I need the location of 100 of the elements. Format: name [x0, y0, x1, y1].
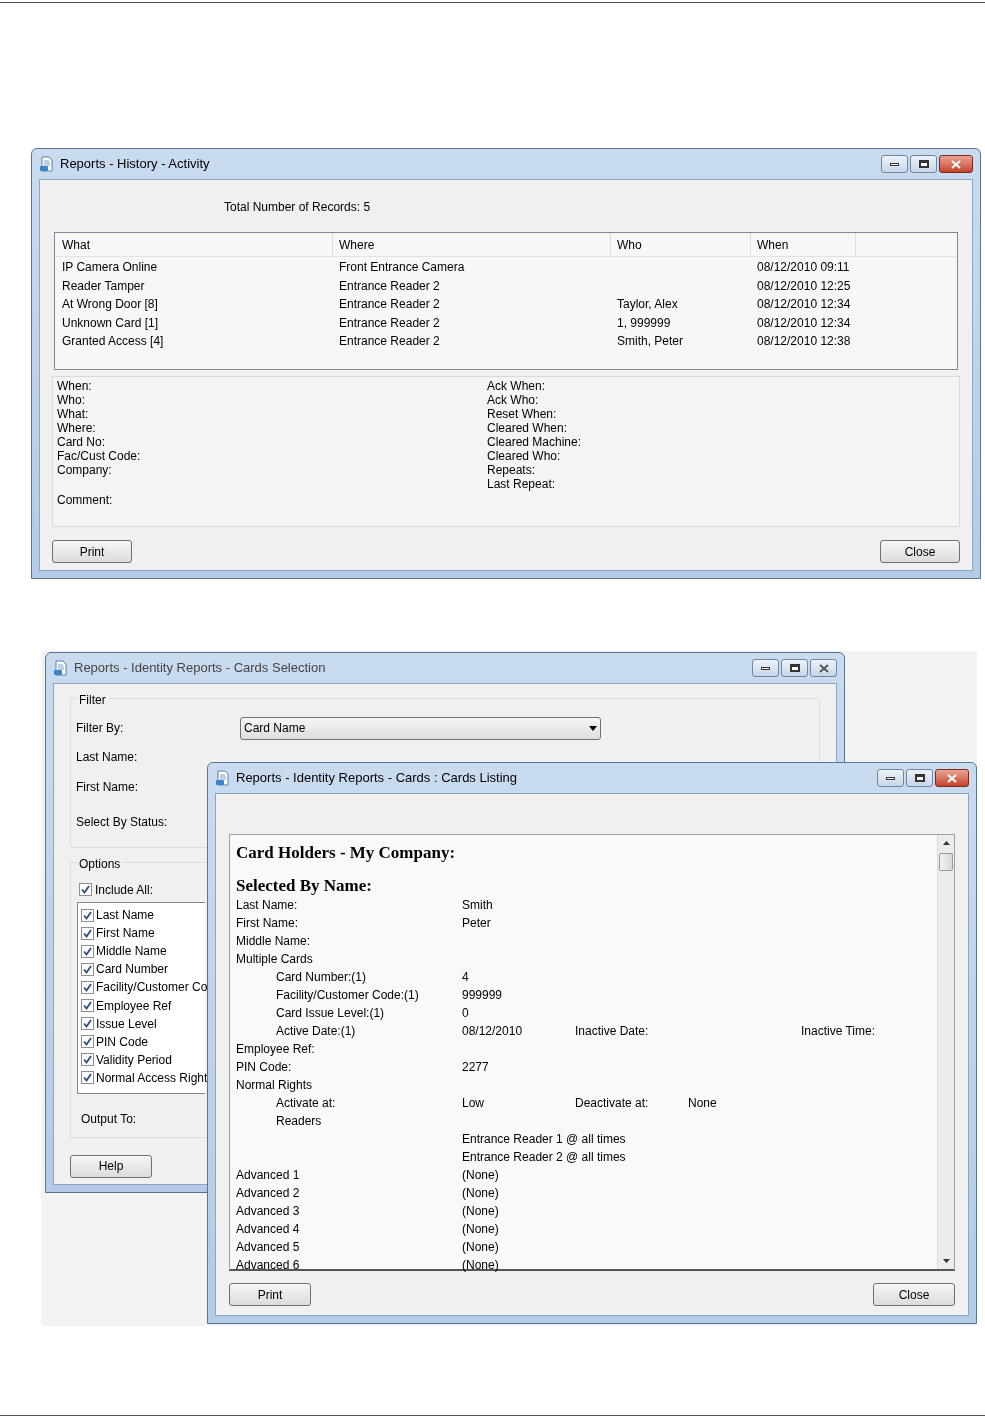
checkbox[interactable] — [81, 962, 94, 976]
checkbox-label: Issue Level — [96, 1015, 157, 1033]
filter-dropdown[interactable]: Card Name — [240, 716, 601, 740]
close-button[interactable]: Close — [880, 540, 960, 563]
close-button[interactable] — [810, 659, 837, 677]
checkbox-label: Employee Ref — [96, 997, 172, 1015]
report-value: Entrance Reader 1 @ all times — [462, 1132, 626, 1146]
detail-label: Repeats: — [487, 463, 537, 477]
field-label: Last Name: — [76, 749, 139, 766]
report-value: (None) — [462, 1240, 499, 1254]
checkbox-label: Facility/Customer Co — [96, 979, 208, 997]
report-label: Advanced 2 — [236, 1186, 300, 1200]
checkbox[interactable] — [81, 999, 94, 1012]
report-label: Normal Rights — [236, 1078, 313, 1092]
detail-label: Reset When: — [487, 407, 558, 421]
window-title: Reports - Identity Reports - Cards Selection — [74, 659, 326, 678]
report-value: 0 — [462, 1006, 469, 1020]
checkbox[interactable] — [81, 944, 94, 958]
column-header[interactable]: When — [751, 233, 856, 256]
table-cell: 08/12/2010 12:25 — [757, 278, 851, 293]
report-label: Advanced 6 — [236, 1258, 300, 1272]
checkbox-label: Validity Period — [96, 1051, 172, 1069]
checkbox[interactable] — [81, 1017, 94, 1031]
window-title: Reports - History - Activity — [60, 155, 210, 174]
report-label: Advanced 5 — [236, 1240, 300, 1254]
report-value: Peter — [462, 916, 491, 930]
checkbox[interactable] — [81, 980, 94, 994]
maximize-button[interactable] — [910, 155, 937, 173]
report-value: 08/12/2010 — [462, 1024, 523, 1038]
report-label: PIN Code: — [236, 1060, 292, 1074]
minimize-button[interactable] — [752, 659, 779, 677]
minimize-button[interactable] — [881, 155, 908, 173]
checkbox[interactable] — [81, 926, 94, 940]
column-header[interactable]: What — [56, 233, 333, 256]
report-label: Facility/Customer Code:(1) — [276, 988, 419, 1002]
table-cell: 08/12/2010 09:11 — [757, 260, 850, 275]
report-label: Advanced 4 — [236, 1222, 300, 1236]
minimize-button[interactable] — [877, 769, 904, 787]
report-icon — [215, 770, 231, 786]
checkbox-label: Card Number — [96, 961, 169, 979]
report-value: None — [688, 1096, 717, 1110]
detail-label: Where: — [57, 421, 97, 435]
report-label: Inactive Date: — [575, 1024, 649, 1038]
detail-label: Last Repeat: — [487, 477, 557, 491]
report-label: Card Issue Level:(1) — [276, 1006, 385, 1020]
table-cell: 08/12/2010 12:34 — [757, 297, 851, 312]
table-cell: Entrance Reader 2 — [339, 297, 440, 312]
detail-label: Company: — [57, 463, 113, 477]
scroll-thumb[interactable] — [939, 853, 953, 871]
total-records-label: Total Number of Records: 5 — [224, 200, 371, 214]
report-icon — [39, 156, 55, 172]
detail-label: Comment: — [57, 493, 114, 507]
report-value: 2277 — [462, 1060, 489, 1074]
detail-label: What: — [57, 407, 90, 421]
detail-label: Cleared Machine: — [487, 435, 582, 449]
table-cell: 08/12/2010 12:34 — [757, 315, 851, 330]
detail-label: Who: — [57, 393, 86, 407]
print-button[interactable]: Print — [229, 1283, 311, 1306]
table-cell: Unknown Card [1] — [62, 315, 159, 330]
close-button[interactable] — [939, 155, 973, 173]
close-button[interactable]: Close — [873, 1283, 955, 1306]
caret-icon — [589, 725, 597, 731]
checkbox[interactable] — [79, 883, 92, 896]
checkbox[interactable] — [81, 1053, 94, 1067]
report-value: (None) — [462, 1258, 499, 1272]
column-header[interactable]: Who — [611, 233, 751, 256]
checkbox[interactable] — [81, 1071, 94, 1085]
table-cell: At Wrong Door [8] — [62, 297, 158, 312]
checkbox[interactable] — [81, 908, 94, 922]
checkbox-label: Middle Name — [96, 943, 167, 961]
maximize-button[interactable] — [781, 659, 808, 677]
report-label: Employee Ref: — [236, 1042, 315, 1056]
close-icon — [818, 663, 829, 673]
report-label: Advanced 1 — [236, 1168, 300, 1182]
detail-label: When: — [57, 379, 93, 393]
column-header[interactable]: Where — [333, 233, 611, 256]
print-button[interactable]: Print — [52, 540, 132, 563]
report-value: Smith — [462, 898, 493, 912]
report-value: Low — [462, 1096, 484, 1110]
window-title: Reports - Identity Reports - Cards : Cards Listing — [236, 769, 518, 788]
scroll-down-icon[interactable] — [942, 1259, 950, 1263]
report-value: (None) — [462, 1204, 499, 1218]
report-heading: Selected By Name: — [236, 877, 372, 895]
maximize-button[interactable] — [906, 769, 933, 787]
help-button[interactable]: Help — [70, 1154, 152, 1178]
checkbox[interactable] — [81, 1035, 94, 1049]
checkbox-label: Normal Access Right — [96, 1069, 208, 1087]
report-value: 4 — [462, 970, 469, 984]
table-cell: Entrance Reader 2 — [339, 315, 440, 330]
detail-label: Cleared Who: — [487, 449, 562, 463]
table-cell: Smith, Peter — [617, 334, 684, 349]
table-cell: Front Entrance Camera — [339, 260, 465, 275]
scroll-up-icon[interactable] — [942, 841, 950, 845]
report-label: Deactivate at: — [575, 1096, 649, 1110]
detail-label: Ack Who: — [487, 393, 540, 407]
table-cell: Granted Access [4] — [62, 334, 164, 349]
report-value: (None) — [462, 1168, 499, 1182]
close-button[interactable] — [935, 769, 969, 787]
scrollbar[interactable] — [937, 835, 954, 1269]
detail-label: Fac/Cust Code: — [57, 449, 142, 463]
